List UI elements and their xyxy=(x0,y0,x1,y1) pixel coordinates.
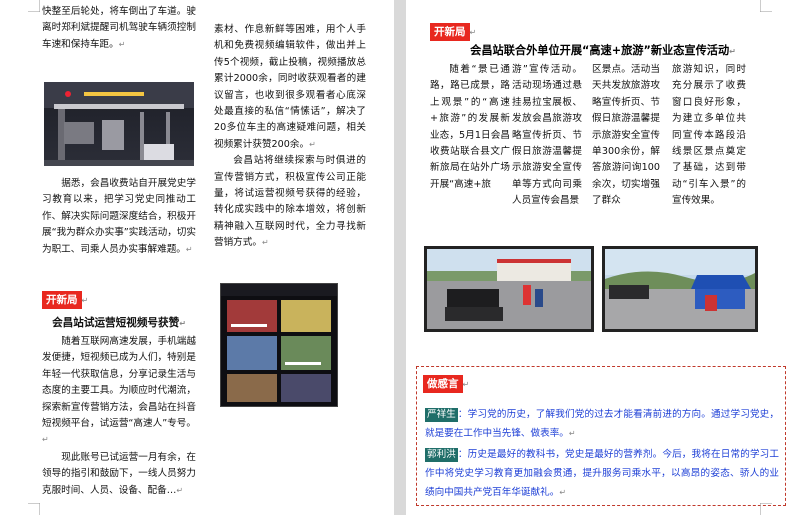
toll-booth-night-photo xyxy=(44,82,194,166)
toll-plaza-event-photo xyxy=(424,246,594,332)
right-column-3: 区景点。活动当天共发放旅游攻略宣传折页、节假日旅游温馨提示旅游安全宣传单300余… xyxy=(592,64,660,207)
section-tag: 开新局 xyxy=(430,23,470,41)
left-column-1: 快整至后轮处，将车倒出了车道。驶离时郑利斌提醒司机驾驶车辆须控制车速和保持车距。… xyxy=(42,4,196,514)
body-paragraph: 快整至后轮处，将车倒出了车道。驶离时郑利斌提醒司机驾驶车辆须控制车速和保持车距。… xyxy=(42,6,196,50)
feelings-tag-box: 做感言 ↵ xyxy=(423,372,469,393)
section-title: 会昌站试运营短视频号获赞↵ xyxy=(52,317,186,329)
feeling-paragraph-1: 严祥生 ：学习党的历史，了解我们党的过去才能看清前进的方向。通过学习党史，就是要在… xyxy=(425,407,779,439)
douyin-phone-screenshot xyxy=(220,283,338,407)
section-tag-box: 开新局 ↵ xyxy=(430,20,476,41)
crop-mark xyxy=(760,0,772,12)
body-paragraph: 素材、作息新鲜等困难，用个人手机和免费视频编辑软件，做出并上传5个视频，截止投稿… xyxy=(214,24,366,150)
feelings-tag: 做感言 xyxy=(423,375,463,393)
left-page: 快整至后轮处，将车倒出了车道。驶离时郑利斌提醒司机驾驶车辆须控制车速和保持车距。… xyxy=(0,0,394,515)
body-paragraph: 据悉，会昌收费站自开展党史学习教育以来，把学习党史同推动工作、解决实际问题深度结… xyxy=(42,178,196,255)
body-paragraph: 会昌站将继续探索与时俱进的宣传营销方式，积极宣传公司正能量，将试运营视频号获得的… xyxy=(214,155,366,249)
blue-tent-event-photo xyxy=(602,246,758,332)
right-column-4: 旅游知识，同时充分展示了收费窗口良好形象，为建立多单位共同宣传本路段沿线景区景点… xyxy=(672,64,746,207)
headline: 会昌站联合外单位开展“高速+旅游”新业态宣传活动↵ xyxy=(470,44,736,57)
section-tag-box: 开新局 ↵ xyxy=(42,291,88,309)
crop-mark xyxy=(760,503,772,515)
feeling-paragraph-2: 郭利洪 ：历史是最好的教科书，党史是最好的营养剂。今后，我将在日常的学习工作中将党… xyxy=(425,447,779,498)
crop-mark xyxy=(28,503,40,515)
left-column-2: 素材、作息新鲜等困难，用个人手机和免费视频编辑软件，做出并上传5个视频，截止投稿… xyxy=(214,22,366,512)
crop-mark xyxy=(28,0,40,12)
body-paragraph: 现此账号已试运营一月有余，在领导的指引和鼓励下，一线人员努力克服时间、人员、设备… xyxy=(42,452,196,496)
right-column-2: 游”宣传活动。活动现场通过悬挂易拉宝展板、发放会昌旅游攻略宣传折页、节假日旅游温… xyxy=(512,64,582,207)
section-tag: 开新局 xyxy=(42,291,82,309)
right-page: 开新局 ↵ 会昌站联合外单位开展“高速+旅游”新业态宣传活动↵ 随着“景已通路，路… xyxy=(406,0,800,515)
right-column-1: 随着“景已通路，路已成景，路上观景”的“高速+旅游”的发展新业态，5月1日会昌收… xyxy=(430,64,510,190)
person-name: 严祥生 xyxy=(425,407,458,422)
person-name: 郭利洪 xyxy=(425,447,458,462)
body-paragraph: 随着互联网高速发展，手机端越发便捷，短视频已成为人们，特别是年轻一代获取信息，分… xyxy=(42,336,196,445)
feelings-box: 做感言 ↵ 严祥生 ：学习党的历史，了解我们党的过去才能看清前进的方向。通过学习党史… xyxy=(416,366,786,506)
